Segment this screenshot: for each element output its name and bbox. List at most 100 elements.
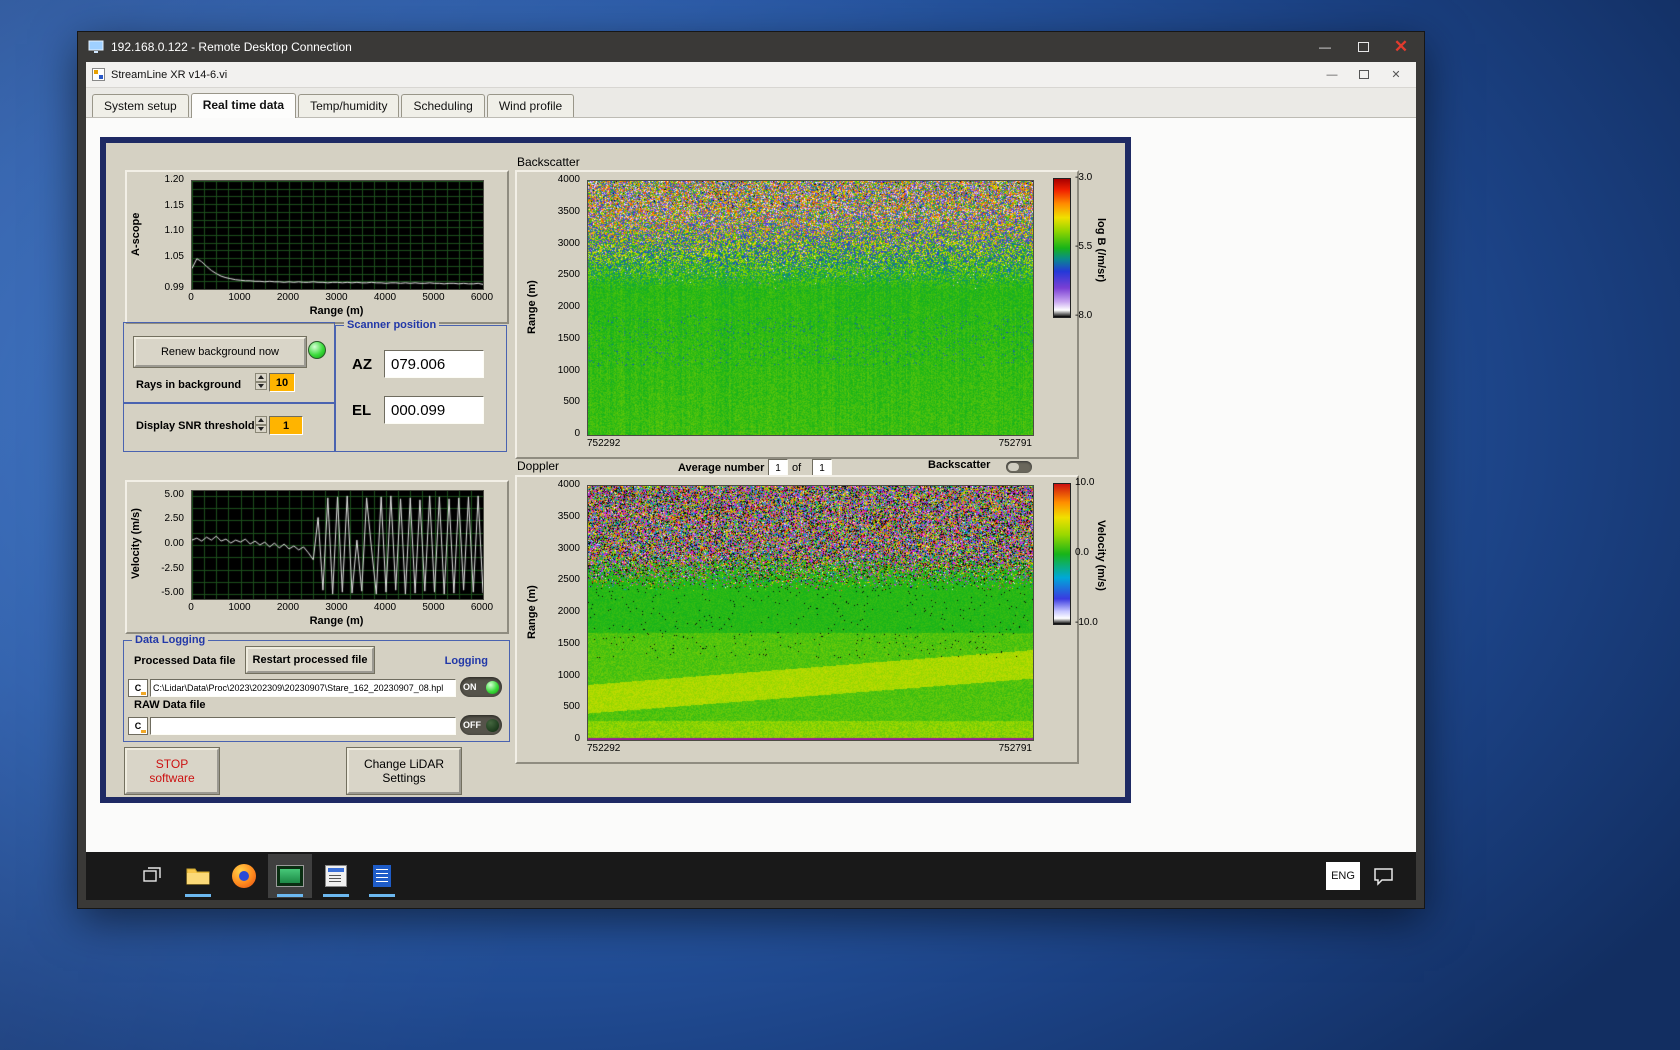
- scanner-position-box: Scanner position AZ 079.006 EL 000.099: [335, 319, 507, 452]
- processed-logging-led: [486, 680, 499, 694]
- doppler-plot[interactable]: [587, 485, 1034, 741]
- change-lidar-line1: Change LiDAR: [363, 757, 445, 771]
- snr-spinner[interactable]: [255, 416, 267, 433]
- velocity-plot[interactable]: [191, 490, 484, 600]
- snr-threshold-label: Display SNR threshold: [136, 420, 255, 432]
- file-explorer-button[interactable]: [176, 854, 220, 898]
- firefox-button[interactable]: [222, 854, 266, 898]
- rdp-computer-icon: [88, 40, 104, 53]
- background-controls-box: Renew background now Rays in background …: [123, 322, 335, 404]
- raw-logging-toggle[interactable]: OFF: [460, 715, 502, 735]
- stop-software-button[interactable]: STOP software: [125, 748, 219, 794]
- processed-toggle-label: ON: [463, 682, 477, 692]
- ascope-y-ticks: 1.20 1.15 1.10 1.05 0.99: [164, 174, 184, 293]
- language-indicator[interactable]: ENG: [1326, 862, 1360, 890]
- spreadsheet-app-icon: [373, 865, 391, 887]
- raw-data-file-label: RAW Data file: [134, 699, 206, 711]
- doppler-y-ticks: 4000 3500 3000 2500 2000 1500 1000 500 0: [557, 479, 580, 744]
- raw-toggle-label: OFF: [463, 720, 481, 730]
- backscatter-colorbar-title: log B (/m/sr): [1095, 217, 1107, 283]
- ascope-plot[interactable]: [191, 180, 484, 290]
- tab-temp-humidity[interactable]: Temp/humidity: [298, 94, 400, 117]
- velocity-x-ticks: 0 1000 2000 3000 4000 5000 6000: [188, 602, 494, 613]
- processed-drive-selector[interactable]: C: [128, 679, 148, 697]
- notification-bubble-icon: [1374, 868, 1393, 886]
- data-logging-box: Data Logging Processed Data file Restart…: [123, 634, 510, 742]
- scanner-position-title: Scanner position: [344, 319, 440, 331]
- scan-scheduler-icon: [325, 865, 347, 887]
- raw-path-field[interactable]: [150, 717, 456, 735]
- velocity-y-axis-title: Velocity (m/s): [130, 508, 142, 580]
- change-lidar-line2: Settings: [382, 771, 426, 785]
- logging-label: Logging: [444, 655, 488, 667]
- velocity-y-ticks: 5.00 2.50 0.00 -2.50 -5.00: [161, 488, 184, 599]
- app-close-button[interactable]: ✕: [1380, 65, 1412, 85]
- ascope-x-ticks: 0 1000 2000 3000 4000 5000 6000: [188, 292, 494, 303]
- az-value-display: 079.006: [384, 350, 484, 378]
- renew-background-button[interactable]: Renew background now: [134, 337, 306, 367]
- main-panel: A-scope 1.20 1.15 1.10 1.05 0.99 0 1000 2000 30…: [100, 137, 1131, 803]
- backscatter-doppler-switch[interactable]: [1006, 461, 1032, 473]
- taskbar: ENG: [86, 852, 1416, 900]
- el-value-display: 000.099: [384, 396, 484, 424]
- rdp-close-button[interactable]: ✕: [1386, 36, 1416, 58]
- change-lidar-settings-button[interactable]: Change LiDAR Settings: [347, 748, 461, 794]
- task-view-icon: [143, 867, 161, 882]
- raw-drive-selector[interactable]: C: [128, 717, 148, 735]
- tab-scheduling[interactable]: Scheduling: [401, 94, 485, 117]
- rays-in-background-label: Rays in background: [136, 379, 242, 391]
- rdp-maximize-button[interactable]: [1348, 36, 1378, 58]
- processed-path-field[interactable]: C:\Lidar\Data\Proc\2023\202309\20230907\…: [150, 679, 456, 697]
- renew-background-led: [308, 341, 326, 359]
- backscatter-y-ticks: 4000 3500 3000 2500 2000 1500 1000 500 0: [557, 174, 580, 439]
- snr-value-field[interactable]: 1: [269, 416, 303, 435]
- ascope-x-axis-title: Range (m): [309, 305, 364, 317]
- data-logging-title: Data Logging: [132, 634, 209, 646]
- restart-processed-file-button[interactable]: Restart processed file: [246, 647, 374, 673]
- doppler-graph-group: Range (m) 4000 3500 3000 2500 2000 1500 1000 50…: [515, 475, 1079, 764]
- spreadsheet-app-button[interactable]: [360, 854, 404, 898]
- processed-logging-toggle[interactable]: ON: [460, 677, 502, 697]
- doppler-colorbar: [1053, 483, 1071, 625]
- firefox-icon: [232, 864, 256, 888]
- scan-scheduler-button[interactable]: [314, 854, 358, 898]
- snr-threshold-box: Display SNR threshold 1: [123, 402, 335, 452]
- rays-spinner[interactable]: [255, 373, 267, 390]
- backscatter-x-ticks: 752292 752791: [587, 438, 1032, 449]
- average-of-label: of: [792, 462, 802, 474]
- doppler-section-title: Doppler: [517, 459, 560, 473]
- backscatter-section-title: Backscatter: [517, 155, 580, 169]
- tab-wind-profile[interactable]: Wind profile: [486, 94, 575, 117]
- vi-front-panel: A-scope 1.20 1.15 1.10 1.05 0.99 0 1000 2000 30…: [86, 118, 1416, 852]
- task-view-button[interactable]: [130, 854, 174, 898]
- rays-value-field[interactable]: 10: [269, 373, 295, 392]
- backscatter-plot[interactable]: [587, 180, 1034, 436]
- backscatter-graph-group: Range (m) 4000 3500 3000 2500 2000 1500 1000 50…: [515, 170, 1079, 459]
- tab-system-setup[interactable]: System setup: [92, 94, 189, 117]
- rdp-window-controls: — ✕: [1310, 36, 1416, 58]
- rdp-client-area: StreamLine XR v14-6.vi — ✕ System setup …: [86, 62, 1416, 900]
- rdp-minimize-button[interactable]: —: [1310, 36, 1340, 58]
- rdp-titlebar[interactable]: 192.168.0.122 - Remote Desktop Connectio…: [78, 32, 1424, 62]
- ascope-graph-group: A-scope 1.20 1.15 1.10 1.05 0.99 0 1000 2000 30…: [125, 170, 509, 324]
- raw-logging-led: [486, 718, 499, 732]
- processed-data-file-label: Processed Data file: [134, 655, 236, 667]
- tab-real-time-data[interactable]: Real time data: [190, 93, 297, 118]
- ascope-y-axis-title: A-scope: [130, 212, 142, 256]
- app-titlebar[interactable]: StreamLine XR v14-6.vi — ✕: [86, 62, 1416, 88]
- streamline-app-icon: [276, 865, 304, 887]
- doppler-colorbar-title: Velocity (m/s): [1095, 519, 1107, 591]
- notification-button[interactable]: [1366, 854, 1402, 898]
- az-label: AZ: [352, 356, 372, 373]
- streamline-app-button[interactable]: [268, 854, 312, 898]
- stop-software-line2: software: [149, 771, 195, 785]
- desktop-background: 192.168.0.122 - Remote Desktop Connectio…: [0, 0, 1680, 1050]
- app-maximize-button[interactable]: [1348, 65, 1380, 85]
- app-minimize-button[interactable]: —: [1316, 65, 1348, 85]
- doppler-y-axis-title: Range (m): [526, 585, 538, 639]
- average-number-label: Average number: [678, 462, 765, 474]
- app-title: StreamLine XR v14-6.vi: [111, 68, 228, 81]
- velocity-graph-group: Velocity (m/s) 5.00 2.50 0.00 -2.50 -5.00 01…: [125, 480, 509, 634]
- el-label: EL: [352, 402, 372, 419]
- rdp-window: 192.168.0.122 - Remote Desktop Connectio…: [78, 32, 1424, 908]
